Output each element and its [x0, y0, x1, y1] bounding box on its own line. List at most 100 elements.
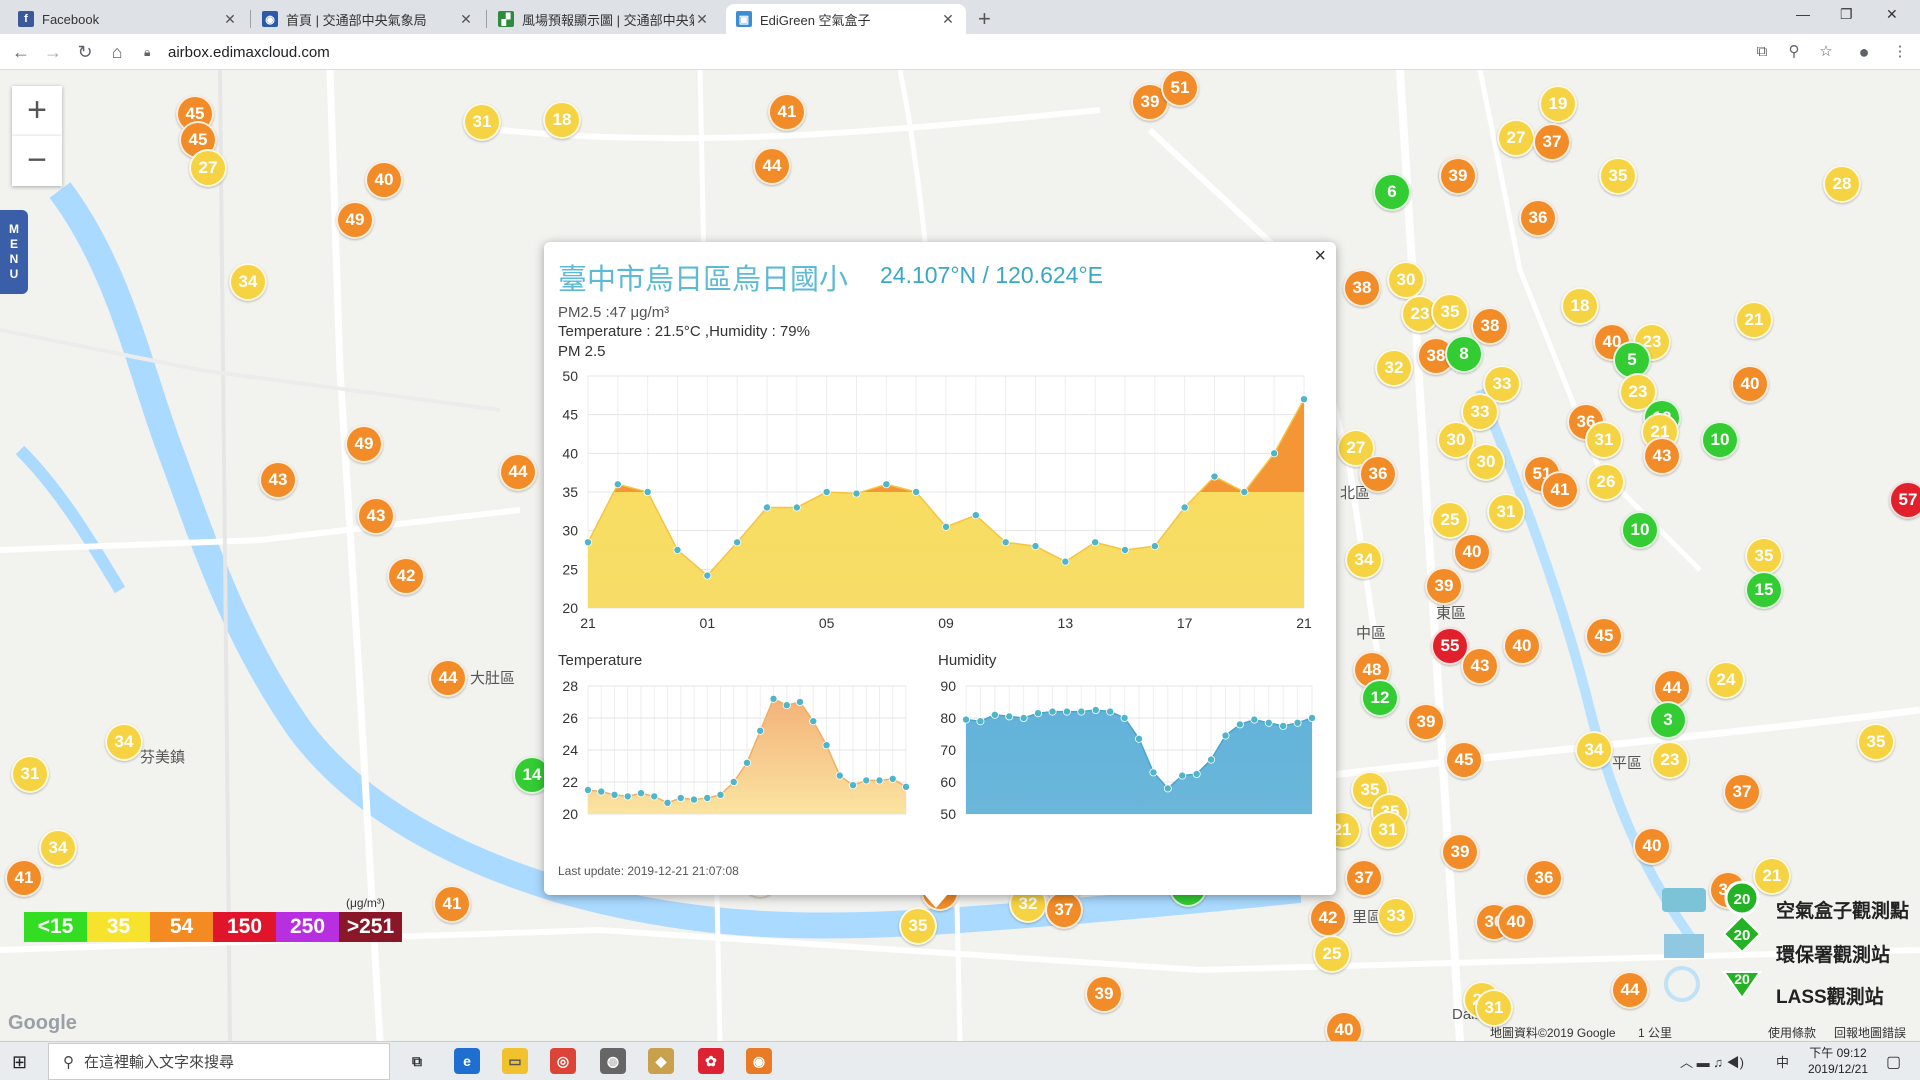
pm25-marker[interactable]: 31: [1487, 493, 1525, 531]
chrome-icon[interactable]: ◎: [550, 1048, 576, 1074]
pm25-marker[interactable]: 45: [1445, 741, 1483, 779]
pm25-marker[interactable]: 44: [1611, 971, 1649, 1009]
pm25-marker[interactable]: 43: [357, 497, 395, 535]
pm25-marker[interactable]: 32: [1375, 349, 1413, 387]
pm25-marker[interactable]: 24: [1707, 661, 1745, 699]
report-error-link[interactable]: 回報地圖錯誤: [1834, 1024, 1906, 1041]
pm25-marker[interactable]: 35: [1431, 293, 1469, 331]
account-icon[interactable]: ●: [1854, 42, 1874, 62]
new-tab-button[interactable]: +: [978, 6, 991, 32]
pm25-marker[interactable]: 34: [105, 723, 143, 761]
app-icon[interactable]: ◍: [600, 1048, 626, 1074]
pm25-marker[interactable]: 19: [1539, 85, 1577, 123]
pm25-marker[interactable]: 45: [1585, 617, 1623, 655]
pm25-marker[interactable]: 41: [433, 885, 471, 923]
pm25-marker[interactable]: 40: [1503, 627, 1541, 665]
pm25-marker[interactable]: 31: [1585, 421, 1623, 459]
pm25-marker[interactable]: 37: [1345, 859, 1383, 897]
pm25-marker[interactable]: 39: [1407, 703, 1445, 741]
pm25-marker[interactable]: 27: [189, 149, 227, 187]
pm25-marker[interactable]: 25: [1431, 501, 1469, 539]
home-icon[interactable]: ⌂: [106, 41, 128, 63]
pm25-marker[interactable]: 18: [1561, 287, 1599, 325]
pm25-marker[interactable]: 26: [1587, 463, 1625, 501]
minimize-button[interactable]: —: [1796, 6, 1810, 22]
reload-icon[interactable]: ↻: [74, 41, 96, 63]
forward-arrow-icon[interactable]: →: [42, 41, 64, 63]
file-explorer-icon[interactable]: ▭: [502, 1048, 528, 1074]
close-icon[interactable]: ✕: [222, 11, 238, 28]
pm25-marker[interactable]: 51: [1161, 70, 1199, 107]
blender-icon[interactable]: ◉: [746, 1048, 772, 1074]
pm25-marker[interactable]: 35: [1857, 723, 1895, 761]
close-icon[interactable]: ✕: [940, 11, 956, 28]
pm25-marker[interactable]: 10: [1621, 511, 1659, 549]
pm25-marker[interactable]: 41: [5, 859, 43, 897]
pm25-marker[interactable]: 41: [768, 93, 806, 131]
pm25-marker[interactable]: 18: [543, 101, 581, 139]
pm25-marker[interactable]: 35: [1745, 537, 1783, 575]
pm25-marker[interactable]: 39: [1439, 157, 1477, 195]
app-icon[interactable]: ✿: [698, 1048, 724, 1074]
pm25-marker[interactable]: 43: [1643, 437, 1681, 475]
pm25-marker[interactable]: 34: [39, 829, 77, 867]
pm25-marker[interactable]: 35: [1599, 157, 1637, 195]
pm25-marker[interactable]: 31: [11, 755, 49, 793]
pm25-marker[interactable]: 43: [1461, 647, 1499, 685]
pm25-marker[interactable]: 36: [1519, 199, 1557, 237]
pm25-marker[interactable]: 42: [387, 557, 425, 595]
zoom-out-button[interactable]: −: [12, 136, 62, 186]
pm25-marker[interactable]: 31: [1475, 989, 1513, 1027]
zoom-icon[interactable]: ⚲: [1784, 42, 1804, 62]
close-window-button[interactable]: ✕: [1886, 6, 1898, 23]
pm25-marker[interactable]: 35: [899, 907, 937, 945]
pm25-marker[interactable]: 10: [1701, 421, 1739, 459]
pm25-marker[interactable]: 44: [499, 453, 537, 491]
pm25-marker[interactable]: 30: [1387, 261, 1425, 299]
restore-button[interactable]: ❐: [1840, 6, 1853, 23]
pm25-marker[interactable]: 34: [229, 263, 267, 301]
pm25-marker[interactable]: 44: [429, 659, 467, 697]
star-icon[interactable]: ☆: [1816, 42, 1836, 62]
windows-start-icon[interactable]: ⊞: [12, 1052, 27, 1073]
tab-cwb-home[interactable]: ◉ 首頁 | 交通部中央氣象局 ✕: [252, 4, 484, 34]
pm25-marker[interactable]: 44: [753, 147, 791, 185]
ime-indicator[interactable]: 中: [1776, 1052, 1789, 1071]
taskbar-clock[interactable]: 下午 09:12 2019/12/21: [1808, 1045, 1868, 1077]
back-arrow-icon[interactable]: ←: [10, 41, 32, 63]
pm25-marker[interactable]: 12: [1361, 679, 1399, 717]
address-bar[interactable]: 🔒︎ airbox.edimaxcloud.com: [144, 39, 1744, 65]
pm25-marker[interactable]: 34: [1345, 541, 1383, 579]
pm25-marker[interactable]: 41: [1541, 471, 1579, 509]
pm25-marker[interactable]: 39: [1085, 975, 1123, 1013]
taskbar-search[interactable]: ⚲ 在這裡輸入文字來搜尋: [48, 1043, 390, 1080]
pm25-marker[interactable]: 40: [1731, 365, 1769, 403]
task-view-icon[interactable]: ⧉: [404, 1048, 430, 1074]
edge-icon[interactable]: e: [454, 1048, 480, 1074]
translate-icon[interactable]: ⧉: [1752, 42, 1772, 62]
pm25-marker[interactable]: 37: [1045, 891, 1083, 929]
zoom-in-button[interactable]: +: [12, 86, 62, 136]
close-icon[interactable]: ✕: [458, 11, 474, 28]
app-icon[interactable]: ◆: [648, 1048, 674, 1074]
pm25-marker[interactable]: 31: [463, 103, 501, 141]
notification-icon[interactable]: ▢: [1886, 1052, 1901, 1072]
pm25-marker[interactable]: 40: [365, 161, 403, 199]
pm25-marker[interactable]: 28: [1823, 165, 1861, 203]
pm25-marker[interactable]: 49: [345, 425, 383, 463]
pm25-marker[interactable]: 21: [1735, 301, 1773, 339]
pm25-marker[interactable]: 15: [1745, 571, 1783, 609]
pm25-marker[interactable]: 27: [1497, 119, 1535, 157]
pm25-marker[interactable]: 39: [1425, 567, 1463, 605]
pm25-marker[interactable]: 36: [1525, 859, 1563, 897]
pm25-marker[interactable]: 40: [1325, 1011, 1363, 1041]
pm25-marker[interactable]: 25: [1313, 935, 1351, 973]
pm25-marker[interactable]: 40: [1497, 903, 1535, 941]
pm25-marker[interactable]: 42: [1309, 899, 1347, 937]
tab-wind-forecast[interactable]: ▞ 風場預報顯示圖 | 交通部中央氣象局 ✕: [488, 4, 720, 34]
pm25-marker[interactable]: 8: [1445, 335, 1483, 373]
pm25-marker[interactable]: 37: [1723, 773, 1761, 811]
pm25-marker[interactable]: 33: [1377, 897, 1415, 935]
tab-edigreen[interactable]: ▣ EdiGreen 空氣盒子 ✕: [726, 4, 966, 34]
map-canvas[interactable]: 大肚區 中區 北區 東區 平區 里區 芬美鎮 Dail Ar 454527311…: [0, 70, 1920, 1041]
